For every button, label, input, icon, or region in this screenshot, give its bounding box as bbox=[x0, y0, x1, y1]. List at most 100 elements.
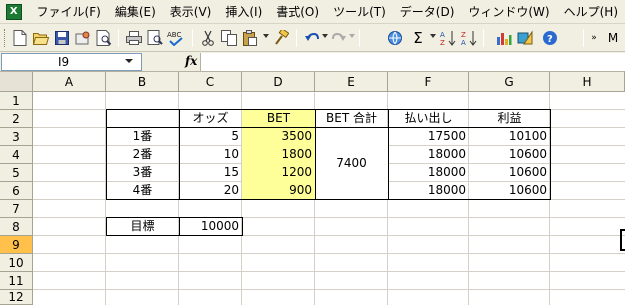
row-header-2[interactable]: 2 bbox=[0, 110, 33, 128]
menu-data[interactable]: データ(D) bbox=[393, 2, 462, 22]
entry-payout[interactable]: 17500 bbox=[388, 128, 469, 145]
header-payout[interactable]: 払い出し bbox=[388, 110, 469, 127]
header-bet-total[interactable]: BET 合計 bbox=[315, 110, 388, 127]
menu-view[interactable]: 表示(V) bbox=[163, 2, 219, 22]
column-header-e[interactable]: E bbox=[315, 72, 388, 92]
entry-profit[interactable]: 10600 bbox=[469, 146, 550, 163]
menu-edit[interactable]: 編集(E) bbox=[108, 2, 163, 22]
autosum-icon[interactable]: Σ bbox=[408, 28, 428, 48]
toolbar-overflow-label[interactable]: M bbox=[604, 28, 622, 48]
cut-icon[interactable] bbox=[198, 28, 218, 48]
entry-bet[interactable]: 900 bbox=[242, 182, 315, 199]
print-preview2-icon[interactable] bbox=[145, 28, 165, 48]
table-border bbox=[179, 109, 180, 200]
redo-icon[interactable] bbox=[329, 28, 349, 48]
autosum-dropdown-icon[interactable] bbox=[430, 34, 436, 38]
entry-odds[interactable]: 15 bbox=[179, 164, 242, 181]
menu-help[interactable]: ヘルプ(H) bbox=[557, 2, 625, 22]
column-header-c[interactable]: C bbox=[179, 72, 242, 92]
row-header-1[interactable]: 1 bbox=[0, 92, 33, 110]
column-header-h[interactable]: H bbox=[550, 72, 625, 92]
menu-insert[interactable]: 挿入(I) bbox=[218, 2, 269, 22]
target-border bbox=[106, 217, 107, 236]
copy-icon[interactable] bbox=[219, 28, 239, 48]
sort-ascending-icon[interactable]: AZ bbox=[438, 28, 458, 48]
print-preview-icon[interactable] bbox=[94, 28, 114, 48]
paste-icon[interactable] bbox=[240, 28, 260, 48]
worksheet[interactable]: A B C D E F G H 1 2 3 4 5 6 7 8 9 10 11 … bbox=[0, 72, 625, 305]
row-header-4[interactable]: 4 bbox=[0, 146, 33, 164]
new-icon[interactable] bbox=[10, 28, 30, 48]
toolbar-grip[interactable] bbox=[4, 29, 7, 47]
entry-bet[interactable]: 1200 bbox=[242, 164, 315, 181]
header-odds[interactable]: オッズ bbox=[179, 110, 242, 127]
format-painter-icon[interactable] bbox=[271, 28, 291, 48]
entry-bet[interactable]: 3500 bbox=[242, 128, 315, 145]
paste-dropdown-icon[interactable] bbox=[263, 34, 269, 38]
open-icon[interactable] bbox=[31, 28, 51, 48]
redo-dropdown-icon[interactable] bbox=[349, 34, 355, 38]
row-header-5[interactable]: 5 bbox=[0, 164, 33, 182]
permission-icon[interactable] bbox=[73, 28, 93, 48]
standard-toolbar: ABC Σ AZ ZA ? » M bbox=[0, 24, 625, 52]
svg-text:A: A bbox=[440, 31, 445, 39]
bet-total-value[interactable]: 7400 bbox=[315, 155, 388, 172]
menu-format[interactable]: 書式(O) bbox=[269, 2, 326, 22]
drawing-icon[interactable] bbox=[515, 28, 535, 48]
entry-label[interactable]: 3番 bbox=[106, 164, 179, 181]
save-icon[interactable] bbox=[52, 28, 72, 48]
row-header-3[interactable]: 3 bbox=[0, 128, 33, 146]
row-header-8[interactable]: 8 bbox=[0, 218, 33, 236]
row-header-6[interactable]: 6 bbox=[0, 182, 33, 200]
entry-payout[interactable]: 18000 bbox=[388, 164, 469, 181]
column-header-g[interactable]: G bbox=[469, 72, 550, 92]
menu-tools[interactable]: ツール(T) bbox=[326, 2, 393, 22]
undo-dropdown-icon[interactable] bbox=[322, 34, 328, 38]
entry-odds[interactable]: 5 bbox=[179, 128, 242, 145]
table-border bbox=[388, 109, 389, 200]
entry-label[interactable]: 1番 bbox=[106, 128, 179, 145]
entry-bet[interactable]: 1800 bbox=[242, 146, 315, 163]
column-header-f[interactable]: F bbox=[388, 72, 469, 92]
help-icon[interactable]: ? bbox=[540, 28, 560, 48]
toolbar-options-icon[interactable]: » bbox=[589, 28, 599, 48]
name-box-dropdown-icon[interactable] bbox=[125, 59, 133, 63]
row-header-12[interactable]: 12 bbox=[0, 290, 33, 305]
entry-profit[interactable]: 10100 bbox=[469, 128, 550, 145]
entry-profit[interactable]: 10600 bbox=[469, 164, 550, 181]
column-header-b[interactable]: B bbox=[106, 72, 179, 92]
formula-input[interactable] bbox=[200, 53, 625, 71]
header-bet[interactable]: BET bbox=[242, 110, 315, 127]
chart-wizard-icon[interactable] bbox=[494, 28, 514, 48]
row-header-7[interactable]: 7 bbox=[0, 200, 33, 218]
target-value[interactable]: 10000 bbox=[179, 218, 242, 235]
active-cell-indicator bbox=[620, 229, 625, 251]
entry-odds[interactable]: 10 bbox=[179, 146, 242, 163]
row-header-9[interactable]: 9 bbox=[0, 236, 33, 254]
menu-file[interactable]: ファイル(F) bbox=[30, 2, 108, 22]
row-header-10[interactable]: 10 bbox=[0, 254, 33, 272]
select-all-corner[interactable] bbox=[0, 72, 33, 92]
hyperlink-icon[interactable] bbox=[385, 28, 405, 48]
entry-profit[interactable]: 10600 bbox=[469, 182, 550, 199]
column-header-d[interactable]: D bbox=[242, 72, 315, 92]
entry-odds[interactable]: 20 bbox=[179, 182, 242, 199]
column-header-a[interactable]: A bbox=[33, 72, 106, 92]
entry-label[interactable]: 2番 bbox=[106, 146, 179, 163]
undo-icon[interactable] bbox=[302, 28, 322, 48]
excel-icon[interactable]: X bbox=[6, 3, 22, 20]
menu-window[interactable]: ウィンドウ(W) bbox=[461, 2, 556, 22]
sort-descending-icon[interactable]: ZA bbox=[459, 28, 479, 48]
spelling-icon[interactable]: ABC bbox=[166, 28, 186, 48]
target-label[interactable]: 目標 bbox=[106, 218, 179, 235]
print-icon[interactable] bbox=[124, 28, 144, 48]
toolbar-separator bbox=[118, 29, 119, 47]
entry-payout[interactable]: 18000 bbox=[388, 146, 469, 163]
table-border bbox=[106, 109, 107, 200]
name-box[interactable]: I9 bbox=[1, 53, 142, 71]
row-header-11[interactable]: 11 bbox=[0, 272, 33, 290]
entry-label[interactable]: 4番 bbox=[106, 182, 179, 199]
fx-icon[interactable]: fx bbox=[185, 54, 197, 68]
header-profit[interactable]: 利益 bbox=[469, 110, 550, 127]
entry-payout[interactable]: 18000 bbox=[388, 182, 469, 199]
